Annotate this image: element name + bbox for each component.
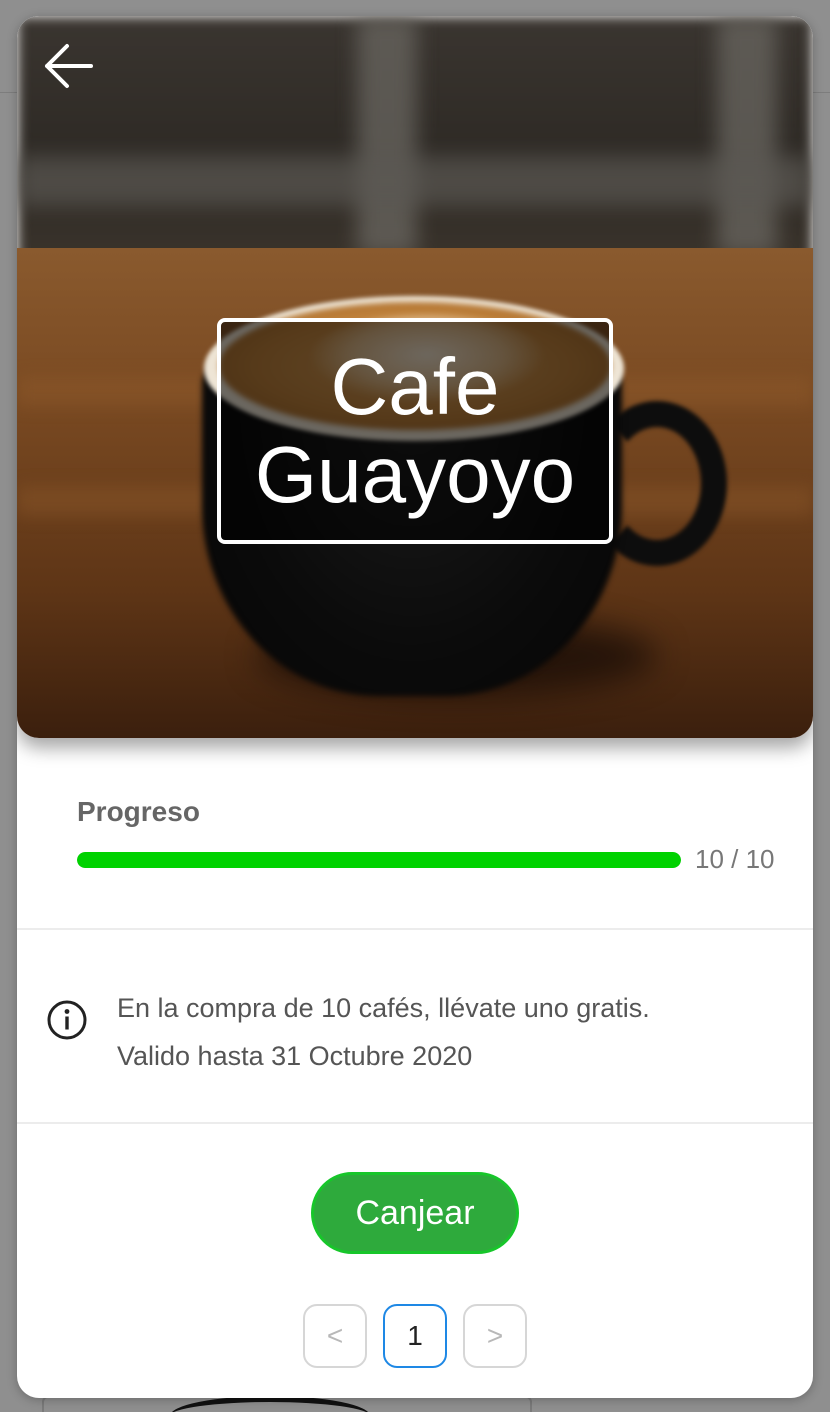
- store-title-line1: Cafe: [330, 342, 500, 431]
- promo-description: En la compra de 10 cafés, llévate uno gr…: [117, 984, 777, 1080]
- reward-card-modal: Cafe Guayoyo Progreso 10 / 10 En la comp…: [17, 16, 813, 1398]
- promo-validity: Valido hasta 31 Octubre 2020: [117, 1041, 473, 1071]
- page-number: 1: [407, 1320, 423, 1351]
- progress-section: Progreso 10 / 10: [17, 738, 813, 930]
- info-circle-icon: [47, 1000, 87, 1040]
- progress-bar-fill: [77, 852, 681, 868]
- progress-bar: [77, 852, 681, 868]
- hero-image: Cafe Guayoyo: [17, 16, 813, 738]
- promo-line-1: En la compra de 10 cafés, llévate uno gr…: [117, 993, 650, 1023]
- chevron-right-icon: >: [486, 1320, 504, 1351]
- chevron-left-icon: <: [326, 1320, 344, 1351]
- arrow-left-icon: [45, 44, 93, 88]
- back-button[interactable]: [39, 38, 97, 94]
- current-page-button[interactable]: 1: [383, 1304, 447, 1368]
- prev-page-button[interactable]: <: [303, 1304, 367, 1368]
- progress-label: Progreso: [77, 796, 200, 827]
- next-page-button[interactable]: >: [463, 1304, 527, 1368]
- redeem-button[interactable]: Canjear: [311, 1172, 519, 1254]
- store-title: Cafe Guayoyo: [217, 318, 613, 544]
- pagination: < 1 >: [303, 1304, 527, 1368]
- progress-count: 10 / 10: [695, 844, 775, 874]
- store-title-line2: Guayoyo: [254, 430, 576, 519]
